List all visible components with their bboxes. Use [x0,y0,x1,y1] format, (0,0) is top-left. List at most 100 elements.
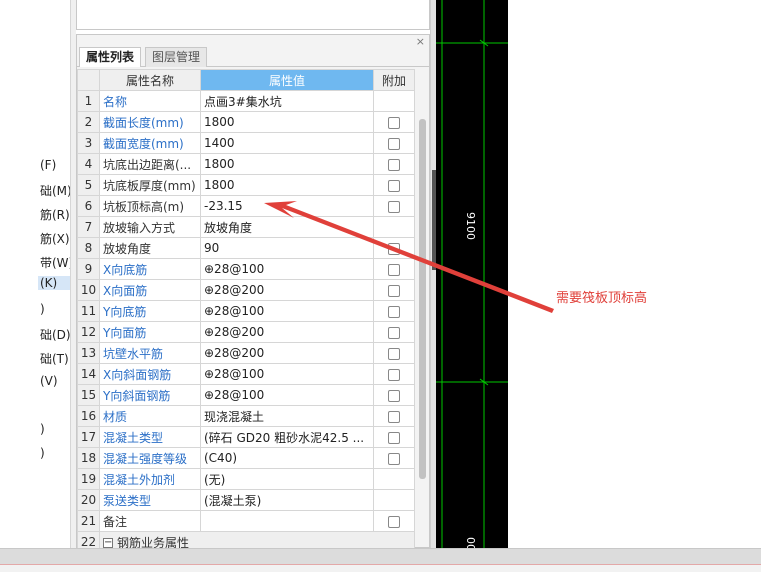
add-checkbox[interactable] [388,137,400,150]
add-checkbox[interactable] [388,242,400,255]
property-value[interactable]: ⊕28@100 [200,384,374,406]
property-row[interactable]: 12 Y向面筋 ⊕28@200 [77,321,415,343]
property-value[interactable]: 点画3#集水坑 [200,90,374,112]
property-row[interactable]: 3 截面宽度(mm) 1400 [77,132,415,154]
property-row[interactable]: 7 放坡输入方式 放坡角度 [77,216,415,238]
add-checkbox[interactable] [388,410,400,423]
add-checkbox[interactable] [388,263,400,276]
left-menu-item[interactable]: (K) [38,276,70,290]
tab-layer-management[interactable]: 图层管理 [145,47,208,67]
column-header-add[interactable]: 附加 [373,69,415,91]
property-value[interactable]: (C40) [200,447,374,469]
column-header-value[interactable]: 属性值 [200,69,374,91]
collapse-icon[interactable]: − [103,538,113,548]
cad-drawing-view[interactable]: 9100 00 [436,0,508,548]
property-value[interactable]: -23.15 [200,195,374,217]
row-number: 4 [77,153,100,175]
property-row[interactable]: 1 名称 点画3#集水坑 [77,90,415,112]
add-checkbox[interactable] [388,452,400,465]
add-checkbox[interactable] [388,515,400,528]
property-grid: 属性名称 属性值 附加 1 名称 点画3#集水坑 2 截面长度(mm) 1800 3 截面宽度… [77,69,415,553]
cad-bottom-label: 00 [464,537,477,548]
add-cell [373,426,415,448]
property-row[interactable]: 6 坑板顶标高(m) -23.15 [77,195,415,217]
property-row[interactable]: 18 混凝土强度等级 (C40) [77,447,415,469]
property-value[interactable]: ⊕28@200 [200,321,374,343]
property-value[interactable]: ⊕28@100 [200,300,374,322]
property-value[interactable]: ⊕28@100 [200,363,374,385]
bottom-taskbar-strip [0,564,761,572]
property-value[interactable]: 1800 [200,153,374,175]
left-menu-item[interactable]: (F) [40,158,56,172]
property-row[interactable]: 9 X向底筋 ⊕28@100 [77,258,415,280]
property-row[interactable]: 10 X向面筋 ⊕28@200 [77,279,415,301]
property-row[interactable]: 5 坑底板厚度(mm) 1800 [77,174,415,196]
property-row[interactable]: 21 备注 [77,510,415,532]
property-value[interactable]: 90 [200,237,374,259]
add-checkbox[interactable] [388,389,400,402]
add-cell [373,342,415,364]
property-name: 坑底板厚度(mm) [99,174,201,196]
add-checkbox[interactable] [388,326,400,339]
left-menu-item[interactable]: ) [40,302,45,316]
property-row[interactable]: 14 X向斜面钢筋 ⊕28@100 [77,363,415,385]
add-cell [373,489,415,511]
add-checkbox[interactable] [388,431,400,444]
left-menu-item[interactable]: 带(W) [40,254,73,271]
grid-header-row: 属性名称 属性值 附加 [77,69,415,91]
bottom-status-bar [0,548,761,564]
add-checkbox[interactable] [388,116,400,129]
property-row[interactable]: 11 Y向底筋 ⊕28@100 [77,300,415,322]
property-row[interactable]: 8 放坡角度 90 [77,237,415,259]
row-number: 6 [77,195,100,217]
property-value[interactable]: (混凝土泵) [200,489,374,511]
property-value[interactable]: 1800 [200,111,374,133]
property-value[interactable]: 现浇混凝土 [200,405,374,427]
left-menu-item[interactable]: (V) [40,374,58,388]
add-checkbox[interactable] [388,368,400,381]
property-row[interactable]: 17 混凝土类型 (碎石 GD20 粗砂水泥42.5 ... [77,426,415,448]
annotation-text: 需要筏板顶标高 [556,291,648,306]
left-menu-item[interactable]: 础(D) [40,326,71,343]
left-menu-strip: (F) 础(M) 筋(R) 筋(X) 带(W) (K)) 础(D) 础(T) (V))) [0,0,73,548]
property-row[interactable]: 13 坑壁水平筋 ⊕28@200 [77,342,415,364]
property-row[interactable]: 20 泵送类型 (混凝土泵) [77,489,415,511]
property-row[interactable]: 15 Y向斜面钢筋 ⊕28@100 [77,384,415,406]
property-row[interactable]: 19 混凝土外加剂 (无) [77,468,415,490]
property-value[interactable]: ⊕28@100 [200,258,374,280]
left-menu-item[interactable]: 筋(X) [40,230,70,247]
left-menu-item[interactable]: 筋(R) [40,206,70,223]
property-value[interactable]: (碎石 GD20 粗砂水泥42.5 ... [200,426,374,448]
property-value[interactable]: 放坡角度 [200,216,374,238]
property-value[interactable]: (无) [200,468,374,490]
add-checkbox[interactable] [388,158,400,171]
add-checkbox[interactable] [388,200,400,213]
property-row[interactable]: 16 材质 现浇混凝土 [77,405,415,427]
property-value[interactable]: 1800 [200,174,374,196]
property-value[interactable]: ⊕28@200 [200,342,374,364]
property-name: 混凝土外加剂 [99,468,201,490]
add-cell [373,363,415,385]
property-value[interactable] [200,510,374,532]
add-checkbox[interactable] [388,347,400,360]
property-row[interactable]: 4 坑底出边距离(... 1800 [77,153,415,175]
scrollbar-thumb[interactable] [419,119,426,479]
left-menu-item[interactable]: 础(T) [40,350,69,367]
property-row[interactable]: 2 截面长度(mm) 1800 [77,111,415,133]
add-cell [373,321,415,343]
tab-property-list[interactable]: 属性列表 [79,47,142,67]
add-cell [373,279,415,301]
row-number: 14 [77,363,100,385]
row-number: 21 [77,510,100,532]
panel-scrollbar[interactable] [416,69,429,547]
property-value[interactable]: 1400 [200,132,374,154]
left-menu-item[interactable]: 础(M) [40,182,72,199]
property-name: 材质 [99,405,201,427]
add-checkbox[interactable] [388,284,400,297]
left-menu-item[interactable]: ) [40,446,45,460]
add-checkbox[interactable] [388,179,400,192]
add-checkbox[interactable] [388,305,400,318]
property-value[interactable]: ⊕28@200 [200,279,374,301]
column-header-name[interactable]: 属性名称 [99,69,201,91]
left-menu-item[interactable]: ) [40,422,45,436]
